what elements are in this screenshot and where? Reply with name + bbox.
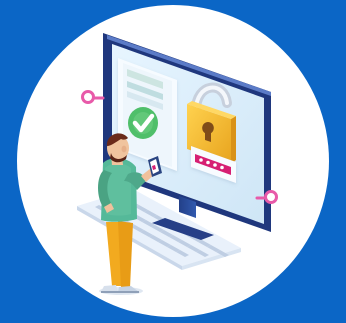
computer-security-illustration	[0, 0, 346, 323]
left-connector-node	[81, 90, 95, 104]
right-connector-node	[264, 190, 278, 204]
checkmark-icon	[128, 107, 158, 139]
security-illustration-canvas	[0, 0, 346, 323]
